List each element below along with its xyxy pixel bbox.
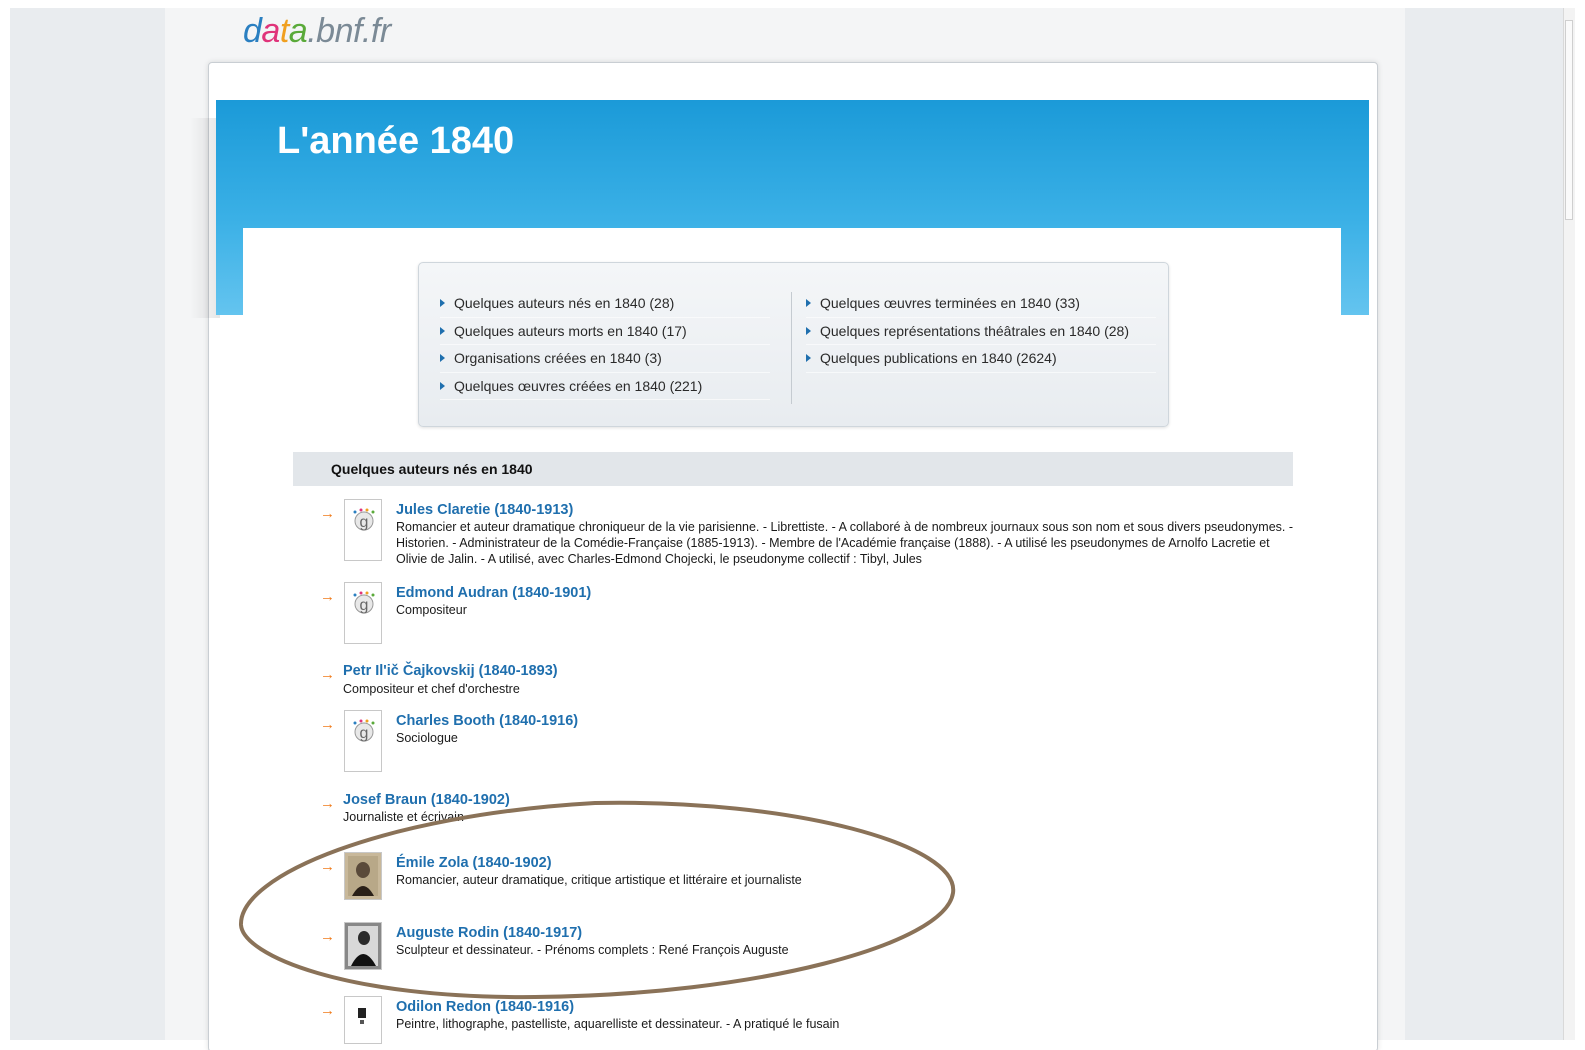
author-description: Peintre, lithographe, pastelliste, aquar… [396,1017,840,1031]
summary-link-label: Quelques auteurs nés en 1840 (28) [454,295,675,312]
summary-link-publications[interactable]: Quelques publications en 1840 (2624) [806,345,1156,373]
bullet-triangle-icon [440,326,445,335]
summary-link-authors-died[interactable]: Quelques auteurs morts en 1840 (17) [440,318,770,345]
svg-text:g: g [360,597,369,614]
summary-link-label: Organisations créées en 1840 (3) [454,350,662,367]
logo-letter-a2: a [288,12,308,50]
scrollbar-thumb[interactable] [1565,20,1573,220]
bullet-triangle-icon [806,299,811,308]
bullet-triangle-icon [440,381,445,390]
summary-link-theatre[interactable]: Quelques représentations théâtrales en 1… [806,318,1156,345]
summary-link-works-created[interactable]: Quelques œuvres créées en 1840 (221) [440,373,770,400]
summary-link-label: Quelques œuvres créées en 1840 (221) [454,377,703,394]
summary-links-right: Quelques œuvres terminées en 1840 (33) Q… [806,290,1156,373]
bullet-triangle-icon [440,354,445,363]
author-description: Compositeur [396,603,467,617]
arrow-icon: → [320,588,335,605]
bullet-triangle-icon [806,326,811,335]
logo-letter-t: t [279,12,289,50]
summary-divider [791,292,792,404]
summary-link-authors-born[interactable]: Quelques auteurs nés en 1840 (28) [440,290,770,318]
author-link[interactable]: Jules Claretie (1840-1913) [396,502,573,518]
highlight-oval [238,800,956,1000]
page-title: L'année 1840 [277,120,515,162]
svg-text:g: g [360,514,369,531]
summary-link-works-finished[interactable]: Quelques œuvres terminées en 1840 (33) [806,290,1156,318]
svg-text:g: g [360,725,369,742]
bullet-triangle-icon [440,299,445,308]
author-description: Sociologue [396,731,458,745]
right-gutter [1405,8,1565,1040]
author-link[interactable]: Petr Il'ič Čajkovskij (1840-1893) [343,663,558,679]
arrow-icon: → [320,666,335,683]
arrow-icon: → [320,505,335,522]
bullet-triangle-icon [806,354,811,363]
placeholder-portrait-icon[interactable]: g [344,710,382,772]
summary-link-label: Quelques représentations théâtrales en 1… [820,322,1129,339]
summary-link-organisations[interactable]: Organisations créées en 1840 (3) [440,345,770,373]
logo-domain: .bnf.fr [307,12,391,50]
summary-links-left: Quelques auteurs nés en 1840 (28) Quelqu… [440,290,770,400]
author-link[interactable]: Charles Booth (1840-1916) [396,713,578,729]
author-link[interactable]: Edmond Audran (1840-1901) [396,585,591,601]
placeholder-portrait-icon[interactable]: g [344,582,382,644]
section-header: Quelques auteurs nés en 1840 [293,452,1293,486]
summary-link-label: Quelques auteurs morts en 1840 (17) [454,322,687,339]
arrow-icon: → [320,716,335,733]
author-description: Romancier et auteur dramatique chronique… [396,520,1294,566]
author-description: Compositeur et chef d'orchestre [343,682,520,696]
summary-link-label: Quelques œuvres terminées en 1840 (33) [820,295,1080,312]
site-logo[interactable]: data.bnf.fr [243,12,391,51]
logo-letter-d: d [243,12,262,50]
logo-letter-a: a [261,12,280,50]
summary-link-label: Quelques publications en 1840 (2624) [820,350,1057,367]
placeholder-portrait-icon[interactable]: g [344,499,382,561]
